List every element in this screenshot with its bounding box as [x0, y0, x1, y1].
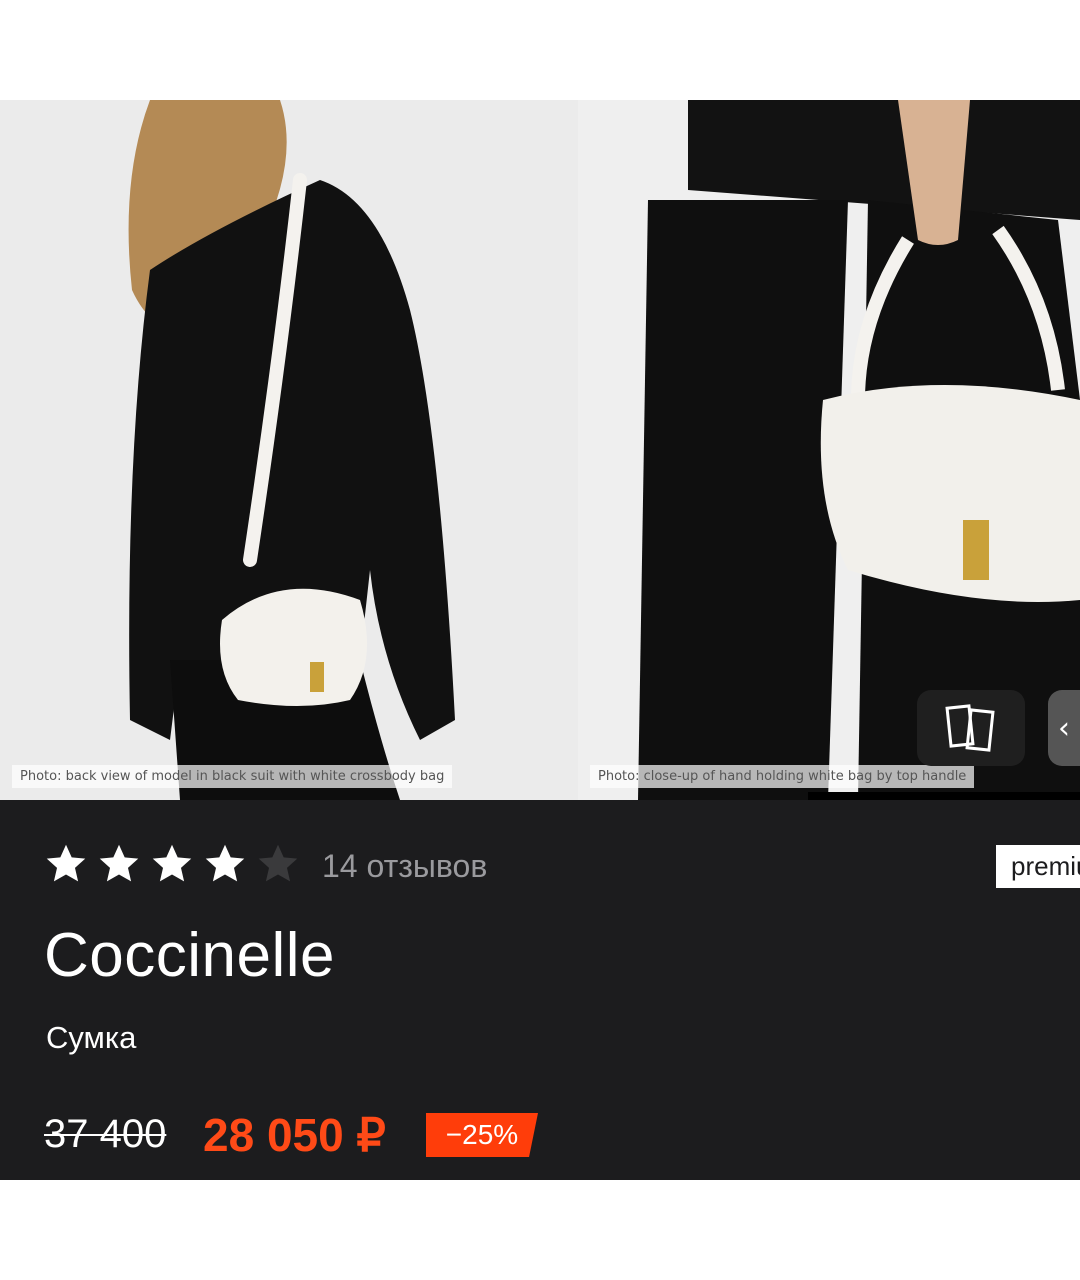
product-gallery[interactable]: Photo: back view of model in black suit … — [0, 100, 1080, 800]
compare-pages-icon — [945, 704, 995, 752]
compare-button[interactable] — [917, 690, 1025, 766]
discount-badge: −25% — [426, 1113, 538, 1157]
current-price: 28 050 ₽ — [203, 1109, 386, 1161]
premium-badge: premium — [996, 845, 1080, 888]
star-icon-filled — [205, 844, 245, 882]
bottom-spacer — [0, 1180, 1080, 1280]
chevron-left-icon: ‹ — [1058, 710, 1070, 746]
photo-caption: Photo: back view of model in black suit … — [12, 765, 453, 788]
star-icon-empty — [258, 844, 298, 882]
rating-stars[interactable] — [44, 842, 300, 886]
reviews-link[interactable]: 14 отзывов — [322, 848, 487, 885]
product-category: Сумка — [46, 1020, 137, 1055]
photo-caption: Photo: close-up of hand holding white ba… — [590, 765, 975, 788]
product-photo-back-view[interactable]: Photo: back view of model in black suit … — [0, 100, 578, 800]
star-icon-filled — [46, 844, 86, 882]
gallery-next-button[interactable]: ‹ — [1048, 690, 1080, 766]
brand-name[interactable]: Coccinelle — [44, 920, 335, 991]
old-price: 37 400 — [44, 1112, 167, 1156]
star-icon-filled — [99, 844, 139, 882]
gallery-progress-bar — [808, 792, 1080, 800]
star-icon-filled — [152, 844, 192, 882]
top-spacer — [0, 0, 1080, 100]
